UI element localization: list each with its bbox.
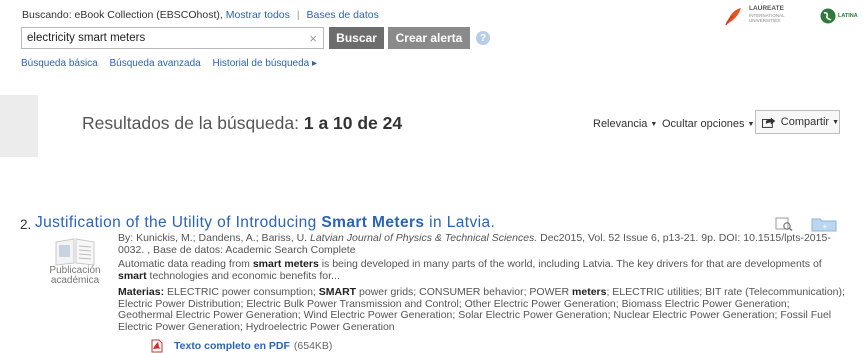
preview-icon[interactable]	[775, 217, 793, 231]
search-subnav: Búsqueda básica Búsqueda avanzada Histor…	[21, 58, 326, 69]
abstract-highlight: smart	[118, 269, 147, 282]
title-part: Justification of the Utility of Introduc…	[35, 214, 322, 231]
search-row: × Buscar Crear alerta ?	[21, 26, 490, 50]
latina-text: LATINA	[838, 13, 858, 19]
result-details: By: Kunickis, M.; Dandens, A.; Bariss, U…	[118, 232, 846, 333]
laureate-sub2: UNIVERSITIES	[749, 17, 781, 23]
laureate-text: LAUREATE INTERNATIONAL UNIVERSITIES	[749, 5, 785, 23]
caret-down-icon: ▼	[832, 118, 839, 126]
database-name: eBook Collection (EBSCOhost),	[74, 9, 223, 21]
abstract: Automatic data reading from smart meters…	[118, 258, 846, 282]
svg-text:+: +	[823, 222, 828, 231]
pdf-icon[interactable]	[150, 339, 164, 353]
laureate-logo: LAUREATE INTERNATIONAL UNIVERSITIES	[725, 5, 785, 26]
advanced-search-link[interactable]: Búsqueda avanzada	[110, 58, 201, 69]
laureate-leaf-icon	[725, 8, 741, 26]
abstract-highlight: smart meters	[252, 258, 319, 270]
result-number: 2.	[20, 217, 32, 232]
result-title-link[interactable]: Justification of the Utility of Introduc…	[35, 214, 495, 232]
share-button[interactable]: Compartir ▼	[755, 110, 840, 134]
sort-label: Relevancia	[593, 118, 648, 130]
search-box: ×	[21, 27, 324, 49]
subjects: Materias: ELECTRIC power consumption; SM…	[118, 286, 846, 333]
show-all-link[interactable]: Mostrar todos	[226, 9, 290, 21]
latina-globe-icon	[820, 8, 836, 24]
left-sidebar-collapsed[interactable]	[0, 95, 38, 157]
results-label: Resultados de la búsqueda:	[82, 113, 299, 133]
abstract-text: is being developed in many parts of the …	[318, 258, 822, 270]
share-icon	[762, 117, 776, 128]
abstract-text: Automatic data reading from	[118, 258, 253, 270]
pdf-size: (654KB)	[293, 340, 333, 352]
citation: By: Kunickis, M.; Dandens, A.; Bariss, U…	[118, 232, 846, 256]
search-history-link[interactable]: Historial de búsqueda ▸	[212, 58, 317, 69]
laureate-sub1: INTERNATIONAL	[749, 12, 785, 18]
title-part: in Latvia.	[424, 214, 496, 231]
clear-icon[interactable]: ×	[309, 31, 317, 46]
hide-options-label: Ocultar opciones	[662, 118, 745, 130]
help-icon[interactable]: ?	[476, 31, 490, 45]
latina-logo: LATINA	[820, 8, 858, 24]
title-highlight: Smart Meters	[321, 214, 425, 231]
subjects-label: Materias:	[118, 286, 165, 298]
subjects-highlight: SMART	[318, 286, 357, 298]
search-button[interactable]: Buscar	[329, 27, 384, 49]
laureate-name: LAUREATE	[749, 5, 784, 12]
pdf-fulltext-row: Texto completo en PDF (654KB)	[150, 339, 332, 353]
results-title: Resultados de la búsqueda: 1 a 10 de 24	[82, 113, 402, 134]
publication-type: Publicación académica	[40, 266, 110, 286]
results-header: Resultados de la búsqueda: 1 a 10 de 24 …	[0, 95, 868, 157]
search-input[interactable]	[27, 32, 307, 44]
pdf-fulltext-link[interactable]: Texto completo en PDF	[174, 340, 290, 352]
separator: |	[296, 9, 300, 21]
folder-icon[interactable]: +	[811, 217, 837, 232]
search-context: Buscando: eBook Collection (EBSCOhost), …	[22, 9, 379, 21]
results-range: 1 a 10 de 24	[303, 113, 403, 133]
databases-link[interactable]: Bases de datos	[306, 9, 378, 21]
caret-down-icon: ▼	[650, 120, 658, 128]
sort-dropdown[interactable]: Relevancia ▼	[593, 118, 657, 130]
searching-label: Buscando:	[22, 9, 72, 21]
pub-type-line2: académica	[50, 275, 100, 286]
caret-down-icon: ▼	[747, 120, 755, 128]
hide-options-dropdown[interactable]: Ocultar opciones ▼	[662, 118, 754, 130]
subjects-text: power grids; CONSUMER behavior; POWER	[356, 286, 573, 298]
share-label: Compartir	[780, 116, 830, 128]
create-alert-button[interactable]: Crear alerta	[388, 27, 470, 49]
abstract-text: technologies and economic benefits for..…	[146, 269, 340, 282]
subjects-text: ELECTRIC power consumption;	[164, 286, 319, 298]
basic-search-link[interactable]: Búsqueda básica	[21, 58, 98, 69]
journal-name: Latvian Journal of Physics & Technical S…	[309, 232, 538, 244]
subjects-highlight: meters	[572, 286, 607, 298]
authors: By: Kunickis, M.; Dandens, A.; Bariss, U…	[118, 232, 310, 244]
document-thumbnail-icon	[55, 238, 95, 266]
